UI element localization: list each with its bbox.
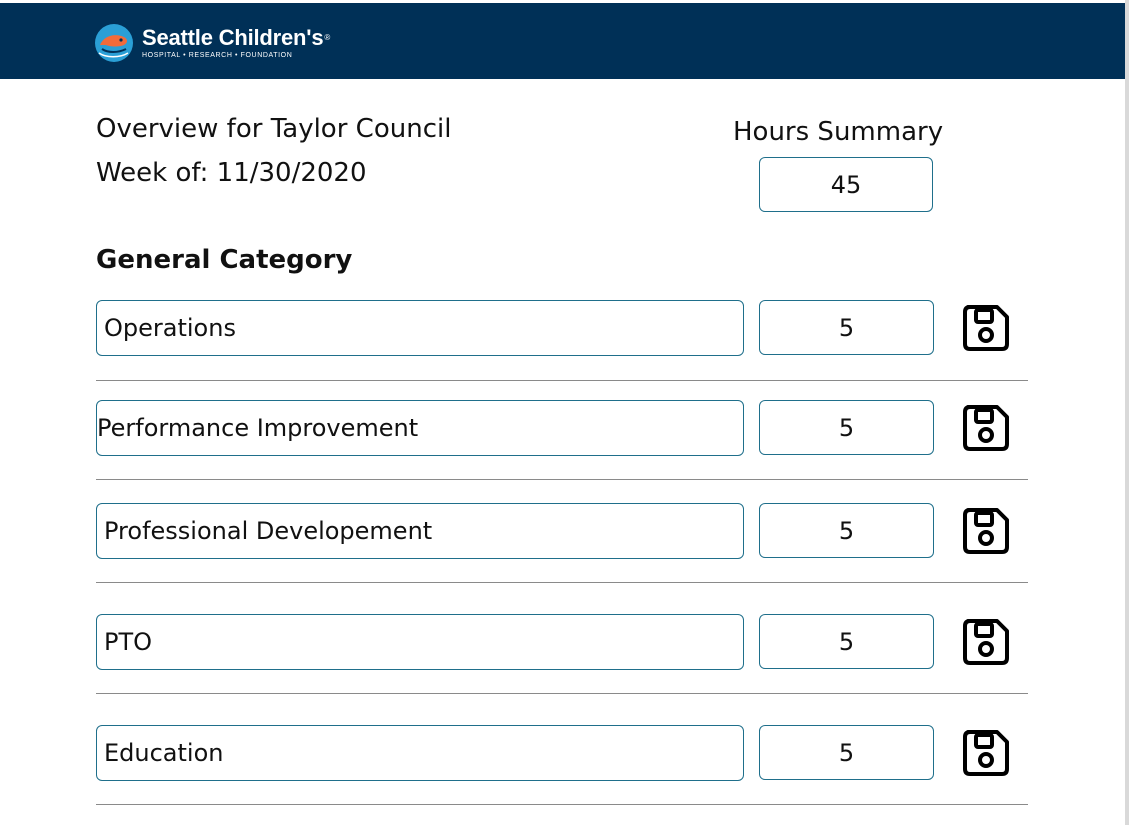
row-divider — [96, 693, 1028, 694]
category-name-field[interactable]: Professional Developement — [96, 503, 744, 559]
row-divider — [96, 380, 1028, 381]
save-icon[interactable] — [961, 403, 1011, 453]
row-divider — [96, 479, 1028, 480]
brand-tagline: HOSPITAL • RESEARCH • FOUNDATION — [142, 52, 293, 59]
save-icon[interactable] — [961, 617, 1011, 667]
row-divider — [96, 582, 1028, 583]
brand-text: Seattle Children's® HOSPITAL • RESEARCH … — [142, 26, 330, 60]
category-hours-field[interactable]: 5 — [759, 614, 934, 669]
section-title: General Category — [96, 245, 353, 275]
hours-summary-label: Hours Summary — [733, 117, 944, 147]
overview-title: Overview for Taylor Council — [96, 114, 452, 144]
save-icon[interactable] — [961, 728, 1011, 778]
row-divider — [96, 804, 1028, 805]
whale-icon — [95, 24, 133, 62]
registered-mark: ® — [324, 33, 331, 42]
header-bar: Seattle Children's® HOSPITAL • RESEARCH … — [0, 3, 1125, 79]
brand-name: Seattle Children's® — [142, 25, 331, 50]
category-hours-field[interactable]: 5 — [759, 503, 934, 558]
category-name-field[interactable]: Operations — [96, 300, 744, 356]
app-page: Seattle Children's® HOSPITAL • RESEARCH … — [0, 0, 1129, 825]
save-icon[interactable] — [961, 506, 1011, 556]
category-name-field[interactable]: Performance Improvement — [96, 400, 744, 456]
category-name-field[interactable]: PTO — [96, 614, 744, 670]
category-hours-field[interactable]: 5 — [759, 300, 934, 355]
category-hours-field[interactable]: 5 — [759, 725, 934, 780]
category-name-field[interactable]: Education — [96, 725, 744, 781]
category-hours-field[interactable]: 5 — [759, 400, 934, 455]
brand-logo[interactable]: Seattle Children's® HOSPITAL • RESEARCH … — [94, 23, 330, 63]
hours-summary-value: 45 — [759, 157, 933, 212]
save-icon[interactable] — [961, 303, 1011, 353]
week-label: Week of: 11/30/2020 — [96, 158, 367, 188]
